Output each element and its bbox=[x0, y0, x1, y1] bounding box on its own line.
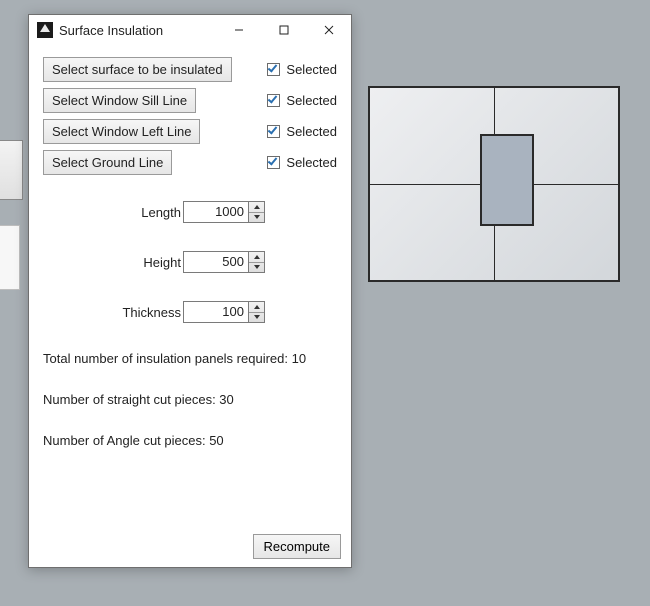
background-button-stub bbox=[0, 140, 23, 200]
select-row-ground: Select Ground Line Selected bbox=[43, 150, 337, 175]
select-row-left: Select Window Left Line Selected bbox=[43, 119, 337, 144]
height-spin-up[interactable] bbox=[249, 252, 264, 263]
recompute-button[interactable]: Recompute bbox=[253, 534, 341, 559]
minimize-icon bbox=[234, 25, 244, 35]
preview-window-rect bbox=[480, 134, 534, 226]
length-spin-down[interactable] bbox=[249, 213, 264, 223]
length-label: Length bbox=[43, 205, 183, 220]
app-icon bbox=[37, 22, 53, 38]
close-button[interactable] bbox=[306, 15, 351, 45]
status-surface: Selected bbox=[286, 62, 337, 77]
thickness-input[interactable]: 100 bbox=[183, 301, 265, 323]
thickness-spin-up[interactable] bbox=[249, 302, 264, 313]
thickness-row: Thickness 100 bbox=[43, 301, 337, 323]
checkbox-surface[interactable] bbox=[267, 63, 280, 76]
height-input[interactable]: 500 bbox=[183, 251, 265, 273]
window-title: Surface Insulation bbox=[59, 23, 163, 38]
select-surface-button[interactable]: Select surface to be insulated bbox=[43, 57, 232, 82]
checkbox-left[interactable] bbox=[267, 125, 280, 138]
preview-panel bbox=[368, 86, 620, 282]
select-left-button[interactable]: Select Window Left Line bbox=[43, 119, 200, 144]
select-ground-button[interactable]: Select Ground Line bbox=[43, 150, 172, 175]
results-block: Total number of insulation panels requir… bbox=[43, 351, 337, 448]
client-area: Select surface to be insulated Selected … bbox=[29, 45, 351, 567]
background-panel-stub bbox=[0, 225, 20, 290]
status-left: Selected bbox=[286, 124, 337, 139]
maximize-button[interactable] bbox=[261, 15, 306, 45]
length-spin-up[interactable] bbox=[249, 202, 264, 213]
result-straight-pieces: Number of straight cut pieces: 30 bbox=[43, 392, 337, 407]
thickness-spin-down[interactable] bbox=[249, 313, 264, 323]
length-row: Length 1000 bbox=[43, 201, 337, 223]
thickness-value[interactable]: 100 bbox=[184, 302, 248, 322]
checkbox-sill[interactable] bbox=[267, 94, 280, 107]
chevron-down-icon bbox=[254, 315, 260, 319]
length-spinner[interactable] bbox=[248, 202, 264, 222]
select-row-sill: Select Window Sill Line Selected bbox=[43, 88, 337, 113]
window-surface-insulation: Surface Insulation Select surface to be … bbox=[28, 14, 352, 568]
chevron-down-icon bbox=[254, 265, 260, 269]
chevron-down-icon bbox=[254, 215, 260, 219]
height-label: Height bbox=[43, 255, 183, 270]
select-sill-button[interactable]: Select Window Sill Line bbox=[43, 88, 196, 113]
height-spin-down[interactable] bbox=[249, 263, 264, 273]
chevron-up-icon bbox=[254, 205, 260, 209]
status-ground: Selected bbox=[286, 155, 337, 170]
minimize-button[interactable] bbox=[216, 15, 261, 45]
result-angle-pieces: Number of Angle cut pieces: 50 bbox=[43, 433, 337, 448]
result-total-panels: Total number of insulation panels requir… bbox=[43, 351, 337, 366]
height-row: Height 500 bbox=[43, 251, 337, 273]
thickness-spinner[interactable] bbox=[248, 302, 264, 322]
maximize-icon bbox=[279, 25, 289, 35]
height-value[interactable]: 500 bbox=[184, 252, 248, 272]
titlebar[interactable]: Surface Insulation bbox=[29, 15, 351, 45]
checkbox-ground[interactable] bbox=[267, 156, 280, 169]
length-input[interactable]: 1000 bbox=[183, 201, 265, 223]
height-spinner[interactable] bbox=[248, 252, 264, 272]
length-value[interactable]: 1000 bbox=[184, 202, 248, 222]
select-row-surface: Select surface to be insulated Selected bbox=[43, 57, 337, 82]
status-sill: Selected bbox=[286, 93, 337, 108]
chevron-up-icon bbox=[254, 255, 260, 259]
chevron-up-icon bbox=[254, 305, 260, 309]
thickness-label: Thickness bbox=[43, 305, 183, 320]
close-icon bbox=[324, 25, 334, 35]
